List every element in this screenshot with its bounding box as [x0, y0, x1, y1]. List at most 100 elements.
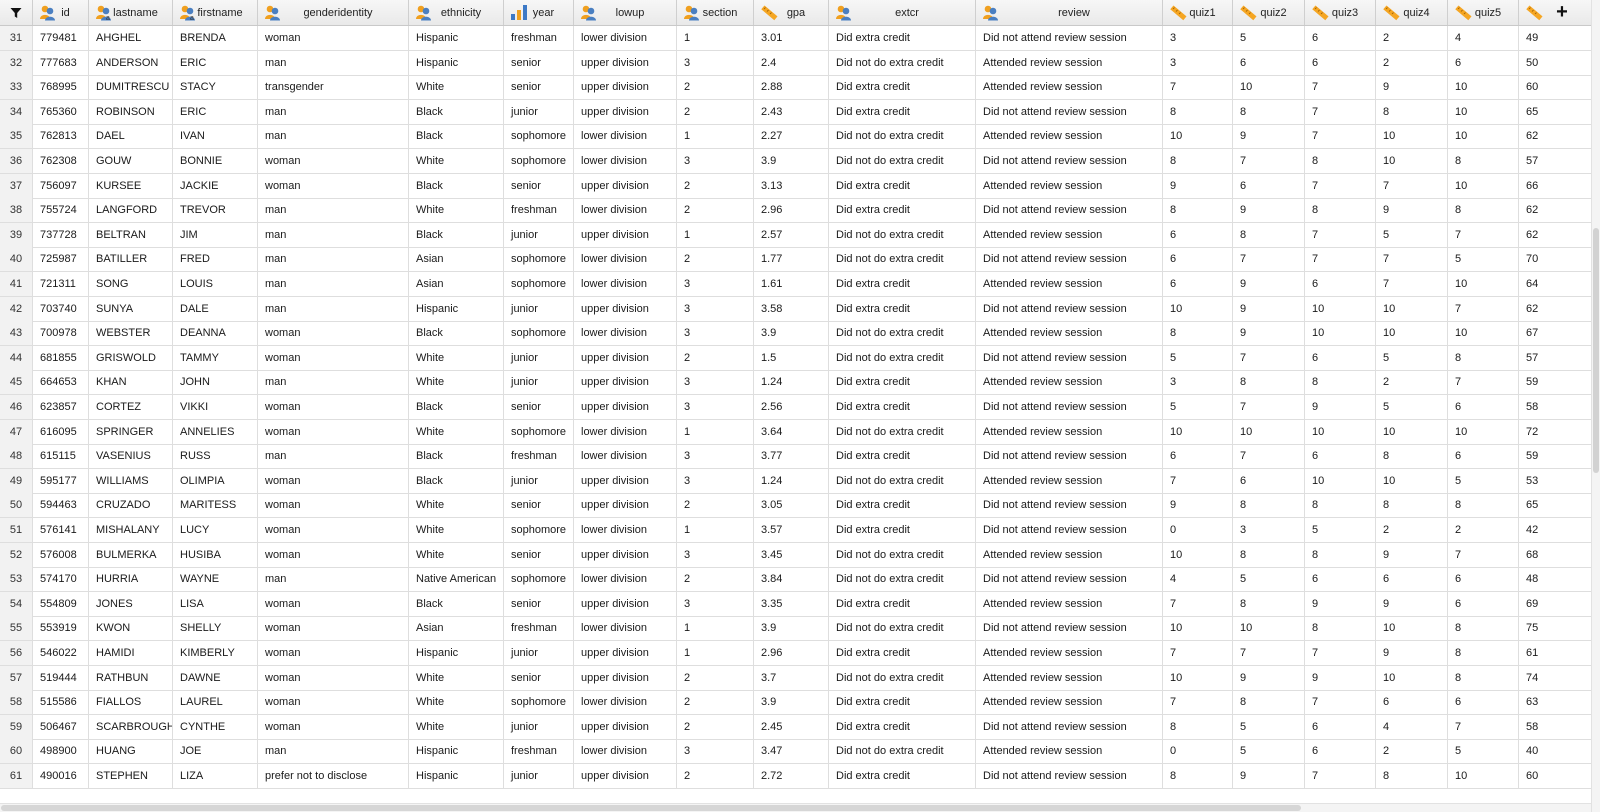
cell-lastname[interactable]: SUNYA [89, 296, 173, 321]
cell-year[interactable]: senior [504, 665, 574, 690]
cell-firstname[interactable]: IVAN [173, 124, 258, 149]
cell-id[interactable]: 490016 [33, 764, 89, 788]
cell-total[interactable]: 68 [1519, 542, 1592, 567]
cell-lastname[interactable]: JONES [89, 591, 173, 616]
cell-ethnicity[interactable]: Native American [409, 567, 504, 592]
cell-quiz3[interactable]: 6 [1305, 272, 1376, 296]
cell-genderidentity[interactable]: man [258, 50, 409, 75]
cell-total[interactable]: 62 [1519, 198, 1592, 223]
cell-total[interactable]: 49 [1519, 26, 1592, 50]
cell-quiz5[interactable]: 6 [1448, 567, 1519, 592]
cell-year[interactable]: junior [504, 370, 574, 395]
cell-id[interactable]: 762813 [33, 124, 89, 149]
cell-year[interactable]: sophomore [504, 321, 574, 346]
cell-genderidentity[interactable]: man [258, 444, 409, 469]
cell-lastname[interactable]: BATILLER [89, 247, 173, 272]
cell-section[interactable]: 3 [677, 468, 754, 493]
cell-quiz3[interactable]: 7 [1305, 247, 1376, 272]
cell-quiz3[interactable]: 6 [1305, 444, 1376, 469]
cell-gpa[interactable]: 3.77 [754, 444, 829, 469]
cell-quiz5[interactable]: 2 [1448, 518, 1519, 542]
cell-firstname[interactable]: TREVOR [173, 198, 258, 223]
cell-genderidentity[interactable]: woman [258, 665, 409, 690]
cell-quiz5[interactable]: 10 [1448, 272, 1519, 296]
cell-extcr[interactable]: Did extra credit [829, 690, 976, 715]
cell-extcr[interactable]: Did not do extra credit [829, 419, 976, 444]
cell-lowup[interactable]: upper division [574, 75, 677, 100]
cell-quiz1[interactable]: 9 [1163, 173, 1233, 198]
cell-total[interactable]: 74 [1519, 665, 1592, 690]
cell-quiz5[interactable]: 10 [1448, 124, 1519, 149]
cell-review[interactable]: Did not attend review session [976, 493, 1163, 518]
cell-extcr[interactable]: Did extra credit [829, 370, 976, 395]
cell-quiz4[interactable]: 10 [1376, 616, 1448, 641]
cell-quiz2[interactable]: 8 [1233, 370, 1305, 395]
cell-total[interactable]: 72 [1519, 419, 1592, 444]
cell-year[interactable]: sophomore [504, 419, 574, 444]
cell-firstname[interactable]: CYNTHE [173, 714, 258, 739]
cell-quiz5[interactable]: 8 [1448, 493, 1519, 518]
cell-genderidentity[interactable]: woman [258, 468, 409, 493]
cell-extcr[interactable]: Did not do extra credit [829, 542, 976, 567]
cell-section[interactable]: 3 [677, 444, 754, 469]
cell-lastname[interactable]: BULMERKA [89, 542, 173, 567]
cell-quiz3[interactable]: 6 [1305, 739, 1376, 764]
cell-lastname[interactable]: KHAN [89, 370, 173, 395]
table-row[interactable]: 33 768995 DUMITRESCU STACY transgender White s… [0, 75, 1592, 101]
cell-lastname[interactable]: RATHBUN [89, 665, 173, 690]
cell-quiz1[interactable]: 10 [1163, 665, 1233, 690]
table-row[interactable]: 34 765360 ROBINSON ERIC man Black junior upper … [0, 99, 1592, 125]
cell-firstname[interactable]: MARITESS [173, 493, 258, 518]
cell-review[interactable]: Attended review session [976, 690, 1163, 715]
cell-quiz2[interactable]: 8 [1233, 222, 1305, 247]
cell-firstname[interactable]: TAMMY [173, 345, 258, 370]
cell-genderidentity[interactable]: man [258, 99, 409, 124]
cell-lowup[interactable]: upper division [574, 50, 677, 75]
cell-quiz2[interactable]: 5 [1233, 714, 1305, 739]
column-header-genderidentity[interactable]: genderidentity [258, 0, 409, 25]
cell-quiz2[interactable]: 9 [1233, 198, 1305, 223]
cell-total[interactable]: 70 [1519, 247, 1592, 272]
cell-year[interactable]: sophomore [504, 124, 574, 149]
cell-section[interactable]: 2 [677, 99, 754, 124]
cell-review[interactable]: Attended review session [976, 641, 1163, 665]
cell-firstname[interactable]: OLIMPIA [173, 468, 258, 493]
column-header-quiz2[interactable]: quiz2 [1233, 0, 1305, 25]
cell-section[interactable]: 2 [677, 714, 754, 739]
cell-gpa[interactable]: 2.57 [754, 222, 829, 247]
cell-total[interactable]: 59 [1519, 370, 1592, 395]
cell-total[interactable]: 66 [1519, 173, 1592, 198]
cell-lowup[interactable]: upper division [574, 665, 677, 690]
cell-lowup[interactable]: upper division [574, 99, 677, 124]
cell-extcr[interactable]: Did extra credit [829, 395, 976, 419]
cell-gpa[interactable]: 2.96 [754, 198, 829, 223]
cell-extcr[interactable]: Did not do extra credit [829, 124, 976, 149]
cell-firstname[interactable]: STACY [173, 75, 258, 100]
cell-total[interactable]: 64 [1519, 272, 1592, 296]
cell-ethnicity[interactable]: Hispanic [409, 50, 504, 75]
cell-firstname[interactable]: ERIC [173, 99, 258, 124]
cell-year[interactable]: junior [504, 296, 574, 321]
cell-quiz3[interactable]: 8 [1305, 542, 1376, 567]
cell-quiz2[interactable]: 7 [1233, 641, 1305, 665]
cell-extcr[interactable]: Did extra credit [829, 518, 976, 542]
cell-quiz3[interactable]: 6 [1305, 714, 1376, 739]
cell-quiz5[interactable]: 7 [1448, 542, 1519, 567]
cell-review[interactable]: Did not attend review session [976, 345, 1163, 370]
cell-extcr[interactable]: Did extra credit [829, 764, 976, 788]
cell-quiz5[interactable]: 6 [1448, 395, 1519, 419]
cell-extcr[interactable]: Did not do extra credit [829, 345, 976, 370]
cell-section[interactable]: 3 [677, 591, 754, 616]
cell-year[interactable]: freshman [504, 198, 574, 223]
cell-quiz1[interactable]: 8 [1163, 149, 1233, 173]
table-row[interactable]: 41 721311 SONG LOUIS man Asian sophomore lower … [0, 272, 1592, 297]
cell-id[interactable]: 700978 [33, 321, 89, 346]
cell-quiz5[interactable]: 7 [1448, 370, 1519, 395]
cell-lastname[interactable]: MISHALANY [89, 518, 173, 542]
cell-quiz5[interactable]: 10 [1448, 764, 1519, 788]
table-row[interactable]: 39 737728 BELTRAN JIM man Black junior upper di… [0, 222, 1592, 248]
cell-lastname[interactable]: HURRIA [89, 567, 173, 592]
cell-ethnicity[interactable]: Black [409, 222, 504, 247]
table-row[interactable]: 59 506467 SCARBROUGH CYNTHE woman White junior… [0, 714, 1592, 740]
cell-extcr[interactable]: Did extra credit [829, 198, 976, 223]
